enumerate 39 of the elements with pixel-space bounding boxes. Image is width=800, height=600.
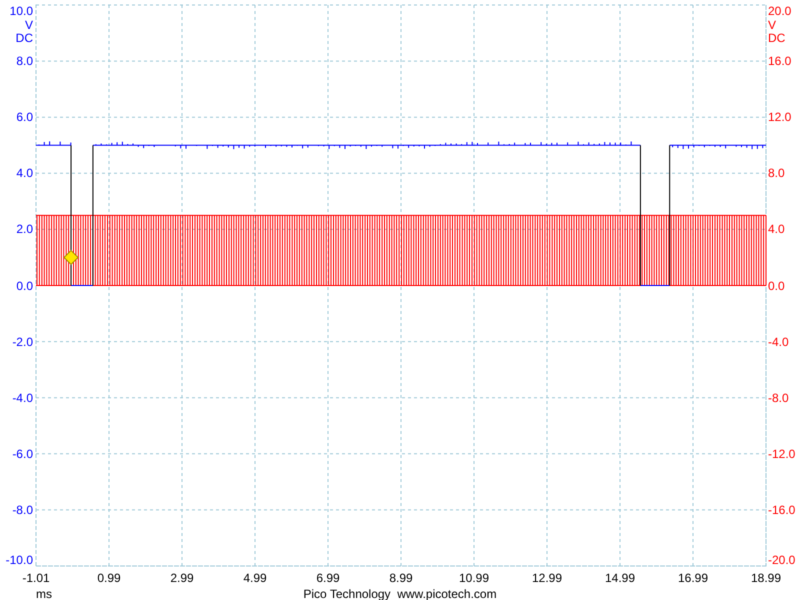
axis-tick-label: -1.01 bbox=[22, 571, 50, 585]
axis-tick-label: -20.0 bbox=[768, 553, 796, 567]
axis-unit-label: ms bbox=[36, 587, 52, 600]
axis-tick-label: -4.0 bbox=[768, 334, 789, 349]
axis-tick-label: 4.99 bbox=[243, 571, 267, 585]
axis-tick-label: -6.0 bbox=[12, 446, 33, 461]
axis-tick-label: 0.0 bbox=[768, 278, 785, 292]
axis-tick-label: 8.0 bbox=[16, 54, 33, 68]
axis-tick-label: -12.0 bbox=[768, 446, 796, 461]
axis-tick-label: 0.99 bbox=[97, 571, 121, 585]
axis-tick-label: -10.0 bbox=[6, 553, 33, 567]
axis-tick-label: -8.0 bbox=[768, 390, 789, 405]
axis-tick-label: -2.0 bbox=[12, 334, 33, 349]
axis-tick-label: 14.99 bbox=[604, 571, 636, 585]
axis-tick-label: 0.0 bbox=[16, 278, 33, 292]
axis-tick-label: 10.0 bbox=[10, 4, 33, 18]
axis-tick-label: 16.0 bbox=[768, 54, 792, 68]
axis-tick-label: 16.99 bbox=[678, 571, 708, 585]
unit-label: DC bbox=[16, 31, 33, 45]
axis-tick-label: -8.0 bbox=[12, 502, 33, 517]
unit-label: V bbox=[24, 18, 33, 32]
axis-tick-label: 12.99 bbox=[532, 571, 562, 585]
axis-tick-label: 4.0 bbox=[768, 222, 785, 236]
axis-tick-label: 20.0 bbox=[768, 4, 792, 18]
axis-tick-label: 2.99 bbox=[170, 571, 194, 585]
axis-tick-label: 4.0 bbox=[16, 166, 33, 180]
axis-tick-label: -4.0 bbox=[12, 390, 33, 405]
axis-tick-label: 10.99 bbox=[458, 571, 490, 585]
trigger-marker-icon[interactable] bbox=[63, 250, 79, 266]
axis-tick-label: 2.0 bbox=[16, 222, 33, 236]
axis-tick-label: 12.0 bbox=[768, 110, 792, 124]
axis-tick-label: 6.99 bbox=[316, 571, 340, 585]
axis-tick-label: 8.0 bbox=[768, 166, 785, 180]
axis-tick-label: 18.99 bbox=[750, 571, 782, 585]
axis-tick-label: 6.0 bbox=[16, 110, 33, 124]
unit-label: DC bbox=[768, 31, 786, 45]
unit-label: V bbox=[768, 18, 776, 32]
axis-tick-label: -16.0 bbox=[768, 502, 796, 517]
axis-tick-label: 8.99 bbox=[389, 571, 413, 585]
